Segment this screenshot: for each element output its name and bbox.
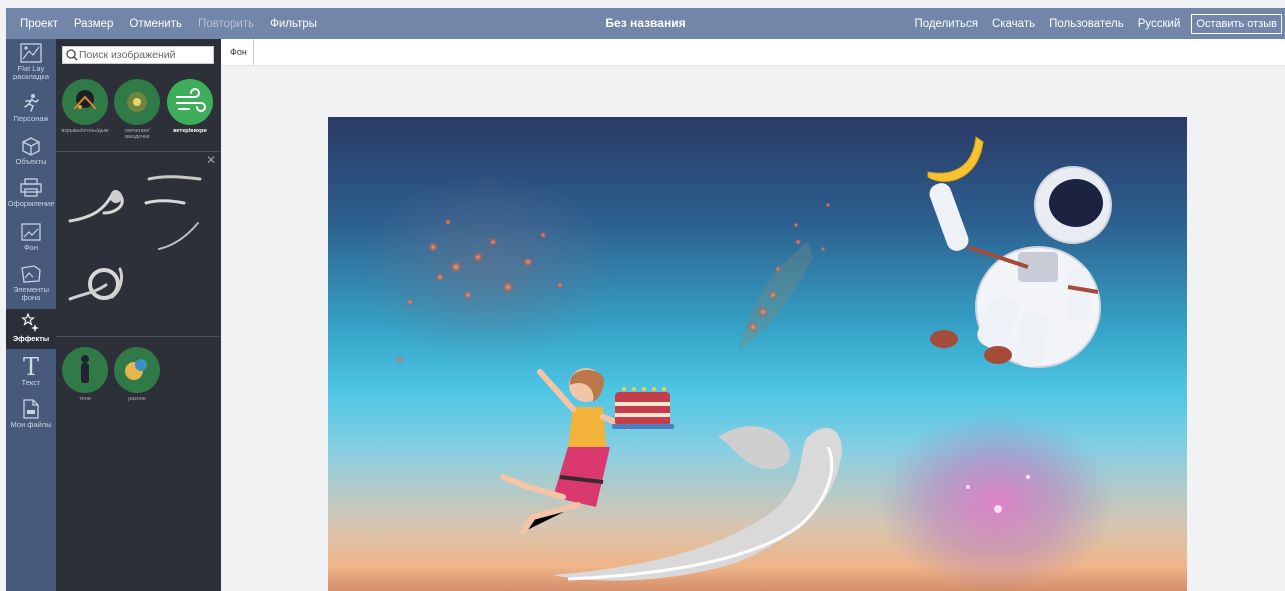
sidebar-item-label: Мои файлы <box>10 420 52 429</box>
language-select[interactable]: Русский <box>1131 18 1188 30</box>
sidebar-item-flatlay[interactable]: Flat Lay раскладка <box>6 43 56 87</box>
sparkle-icon <box>21 313 39 332</box>
sidebar-item-label: Элементы фона <box>13 285 49 302</box>
sidebar-item-label: Текст <box>21 378 41 387</box>
panel-divider <box>56 336 221 337</box>
design-canvas[interactable] <box>328 117 1187 591</box>
wind-assets-grid <box>68 175 202 301</box>
search-icon <box>66 49 78 61</box>
category-sidebar: Flat Lay раскладка Персонаж Объекты Офор… <box>6 39 56 591</box>
category-glow[interactable]: свечение/звездочки <box>113 79 161 140</box>
category-label: разное <box>128 396 146 402</box>
asset-panel: взрывы/огонь/дым свечение/звездочки вете… <box>56 39 221 591</box>
top-actions: Поделиться Скачать Пользователь Русский … <box>907 8 1285 39</box>
sidebar-item-effects[interactable]: Эффекты <box>6 309 56 349</box>
sidebar-item-label: Эффекты <box>12 334 50 343</box>
project-menu[interactable]: Проект <box>6 18 66 30</box>
running-person-icon <box>24 94 39 112</box>
sidebar-item-text[interactable]: T Текст <box>6 355 56 393</box>
scenery-icon <box>21 265 41 283</box>
flatlay-icon <box>20 43 42 63</box>
sidebar-item-label: Flat Lay раскладка <box>13 64 49 81</box>
printer-icon <box>20 178 42 197</box>
user-menu[interactable]: Пользователь <box>1042 18 1131 30</box>
category-label: тени <box>79 396 91 402</box>
my-file-icon <box>23 399 39 419</box>
girl-with-cake-illustration[interactable] <box>500 368 674 535</box>
category-explosions[interactable]: взрывы/огонь/дым <box>61 79 109 134</box>
feedback-button[interactable]: Оставить отзыв <box>1191 13 1282 34</box>
sidebar-item-label: Персонаж <box>13 114 49 123</box>
glow-thumbnail <box>114 79 160 125</box>
search-input[interactable] <box>79 47 209 63</box>
sidebar-item-objects[interactable]: Объекты <box>6 136 56 172</box>
undo-button[interactable]: Отменить <box>121 18 190 30</box>
layer-tab-strip: Фон <box>221 39 1285 66</box>
panel-divider <box>56 151 221 152</box>
box-icon <box>22 137 40 156</box>
share-button[interactable]: Поделиться <box>907 18 985 30</box>
pink-nebula[interactable] <box>876 412 1116 591</box>
misc-thumbnail <box>114 347 160 393</box>
category-wind[interactable]: ветер/вихри <box>166 79 214 134</box>
astronaut-illustration[interactable] <box>927 166 1112 369</box>
banana-illustration[interactable] <box>927 136 984 182</box>
filters-menu[interactable]: Фильтры <box>262 18 325 30</box>
search-box <box>62 46 214 64</box>
wind-asset-swirl[interactable] <box>68 190 124 223</box>
category-label: ветер/вихри <box>173 128 207 134</box>
canvas-artwork <box>358 136 1116 591</box>
sidebar-item-label: Объекты <box>15 157 47 166</box>
sidebar-item-label: Оформление <box>7 199 55 208</box>
wind-asset-streaks[interactable] <box>144 175 202 205</box>
wind-thumbnail <box>167 79 213 125</box>
category-shadows[interactable]: тени <box>61 347 109 402</box>
size-menu[interactable]: Размер <box>66 18 122 30</box>
wind-asset-curve[interactable] <box>158 222 199 250</box>
shadow-thumbnail <box>62 347 108 393</box>
redo-button[interactable]: Повторить <box>190 18 262 30</box>
category-label: свечение/звездочки <box>124 128 150 140</box>
sidebar-item-label: Фон <box>23 243 38 252</box>
sidebar-item-character[interactable]: Персонаж <box>6 93 56 129</box>
comet-sparks[interactable] <box>738 202 831 352</box>
red-particle-cloud[interactable] <box>358 172 618 364</box>
top-bar: Проект Размер Отменить Повторить Фильтры… <box>6 8 1285 39</box>
picture-icon <box>21 223 41 241</box>
sidebar-item-background[interactable]: Фон <box>6 222 56 256</box>
main-menu: Проект Размер Отменить Повторить Фильтры <box>6 8 325 39</box>
text-t-icon: T <box>22 353 39 381</box>
sidebar-item-design[interactable]: Оформление <box>6 178 56 214</box>
explosion-thumbnail <box>62 79 108 125</box>
sidebar-item-my-files[interactable]: Мои файлы <box>6 399 56 435</box>
wind-asset-gust[interactable] <box>68 267 124 301</box>
tab-background[interactable]: Фон <box>230 39 254 65</box>
category-misc[interactable]: разное <box>113 347 161 402</box>
sidebar-item-bg-elements[interactable]: Элементы фона <box>6 264 56 304</box>
close-icon[interactable]: ✕ <box>206 153 216 167</box>
category-label: взрывы/огонь/дым <box>61 128 109 134</box>
download-button[interactable]: Скачать <box>985 18 1042 30</box>
